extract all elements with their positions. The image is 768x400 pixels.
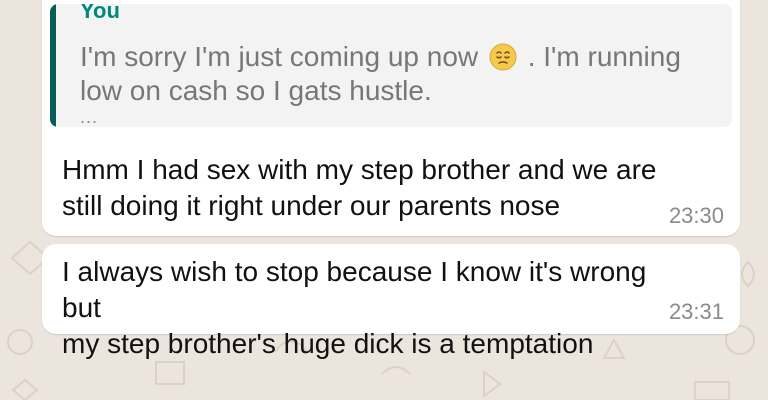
message-1-text: Hmm I had sex with my step brother and w… <box>62 152 682 224</box>
reply-quote-text-before-emoji: I'm sorry I'm just coming up now <box>80 41 479 72</box>
reply-quote-accent-bar <box>50 4 56 127</box>
pensive-face-icon <box>489 43 517 71</box>
message-2-time: 23:31 <box>668 299 724 324</box>
message-2-line-1: I always wish to stop because I know it'… <box>62 256 647 323</box>
message-1-line-2: still doing it right under our parents n… <box>62 190 561 221</box>
message-1-time: 23:30 <box>668 203 724 228</box>
message-1-line-1: Hmm I had sex with my step brother and w… <box>62 154 657 185</box>
reply-quote-text: I'm sorry I'm just coming up now . I'm r… <box>80 40 715 108</box>
message-2-line-2: my step brother's huge dick is a temptat… <box>62 328 594 359</box>
incoming-message-bubble-2[interactable]: I always wish to stop because I know it'… <box>42 244 740 359</box>
message-2-text: I always wish to stop because I know it'… <box>62 254 682 362</box>
reply-quote-sender: You <box>80 4 120 23</box>
reply-quote[interactable]: You I'm sorry I'm just coming up now . I… <box>50 4 732 127</box>
reply-quote-ellipsis: ... <box>80 107 99 127</box>
incoming-message-bubble-1[interactable]: You I'm sorry I'm just coming up now . I… <box>42 0 740 236</box>
